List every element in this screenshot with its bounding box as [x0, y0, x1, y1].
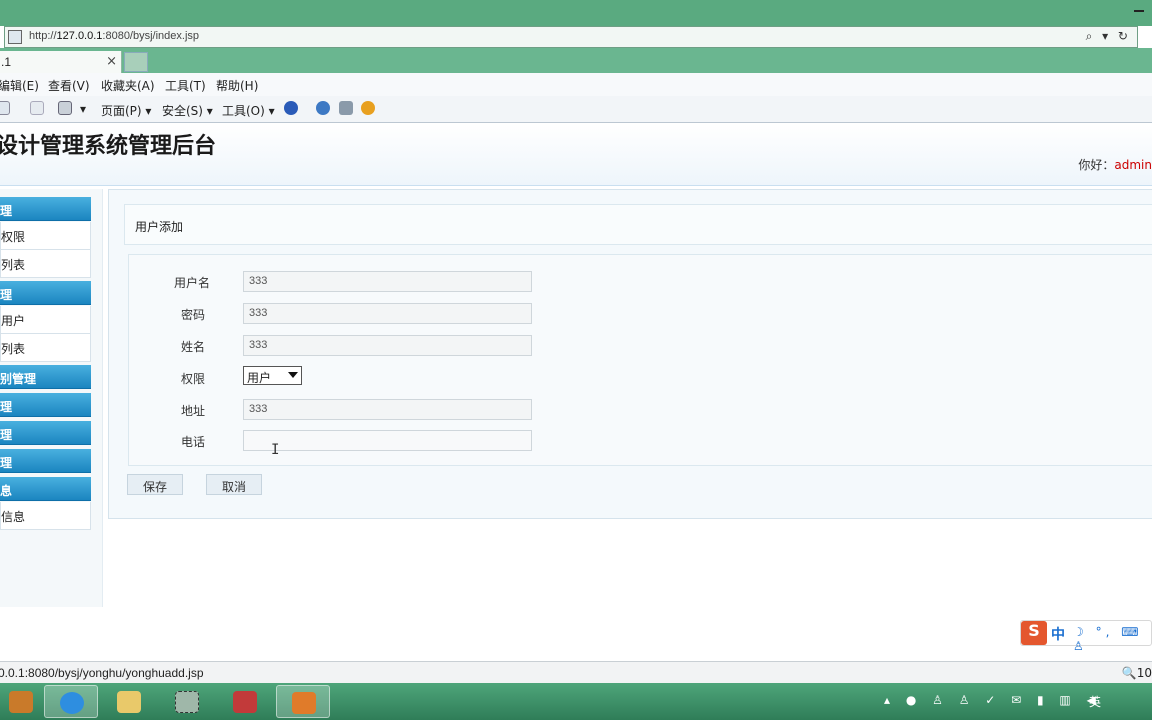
sidebar-section-7[interactable]: 息 — [0, 477, 91, 501]
tab-active[interactable]: .1 × — [0, 51, 122, 73]
new-tab-button[interactable] — [124, 52, 148, 72]
sidebar-section-3[interactable]: 别管理 — [0, 365, 91, 389]
help-icon[interactable] — [284, 101, 298, 115]
breadcrumb: 用户添加 — [124, 204, 1152, 245]
page-icon — [8, 30, 22, 44]
minimize-icon[interactable] — [1134, 10, 1144, 12]
address-controls[interactable]: ⌕ ▾ ↻ — [1086, 29, 1131, 44]
taskbar-app-4[interactable] — [160, 685, 214, 718]
menu-view[interactable]: 查看(V) — [48, 77, 90, 94]
username: admin — [1114, 158, 1152, 172]
password-input[interactable]: 333 — [243, 303, 532, 324]
username-input[interactable]: 333 — [243, 271, 532, 292]
menu-favorites[interactable]: 收藏夹(A) — [101, 77, 155, 94]
notes-icon — [233, 691, 257, 713]
tab-close-icon[interactable]: × — [106, 54, 117, 69]
taskbar-java[interactable] — [276, 685, 330, 718]
ime-symbols[interactable]: ☽ °, ⌨ ♙ — [1073, 625, 1151, 653]
taskbar-app-5[interactable] — [218, 685, 272, 718]
sidebar-section-4[interactable]: 理 — [0, 393, 91, 417]
page-menu[interactable]: 页面(P) ▾ — [101, 102, 151, 119]
taskbar-ie[interactable] — [44, 685, 98, 718]
browser-title-bar — [0, 0, 1152, 26]
sidebar-section-2[interactable]: 理 — [0, 281, 91, 305]
menu-help[interactable]: 帮助(H) — [216, 77, 258, 94]
java-icon — [292, 692, 316, 714]
address-input[interactable]: 333 — [243, 399, 532, 420]
ime-toolbar[interactable]: S 中 ☽ °, ⌨ ♙ — [1020, 620, 1152, 653]
addon-icon[interactable] — [361, 101, 375, 115]
zoom-level[interactable]: 🔍10 — [1122, 666, 1152, 680]
taskbar: ▴ ● ♙ ♙ ✓ ✉ ▮ ▥ ◀ 英 — [0, 683, 1152, 720]
taskbar-app-1[interactable] — [0, 685, 48, 718]
menu-edit[interactable]: 编辑(E) — [0, 77, 39, 94]
menu-bar: 编辑(E) 查看(V) 收藏夹(A) 工具(T) 帮助(H) — [0, 73, 1152, 96]
ime-language[interactable]: 英 — [1089, 693, 1101, 710]
sidebar-item-user[interactable]: 用户 — [0, 306, 91, 334]
username-label: 用户名 — [173, 276, 210, 290]
tab-title: .1 — [1, 55, 12, 69]
user-greeting: 你好：admin — [1078, 158, 1152, 172]
sogou-logo-icon[interactable]: S — [1021, 621, 1047, 645]
taskbar-explorer[interactable] — [102, 685, 156, 718]
page-title: 用户添加 — [135, 220, 184, 234]
permission-label: 权限 — [180, 372, 205, 386]
user-add-form: 用户名 333 密码 333 姓名 333 权限 用户 地址 333 电话 I — [128, 254, 1152, 466]
tool-icon[interactable] — [339, 101, 353, 115]
tab-strip: .1 × — [0, 48, 1152, 73]
address-label: 地址 — [180, 404, 205, 418]
print-icon[interactable] — [58, 101, 72, 115]
sidebar-section-5[interactable]: 理 — [0, 421, 91, 445]
book-icon — [9, 691, 33, 713]
page-header: 设计管理系统管理后台 你好：admin — [0, 124, 1152, 186]
chevron-down-icon — [288, 372, 298, 378]
text-cursor-icon: I — [271, 442, 280, 458]
sidebar-item-list-1[interactable]: 列表 — [0, 250, 91, 278]
address-bar[interactable]: http://127.0.0.1:8080/bysj/index.jsp ⌕ ▾… — [4, 26, 1138, 48]
sidebar-item-permissions[interactable]: 权限 — [0, 222, 91, 250]
print-dropdown-arrow[interactable]: ▾ — [80, 102, 86, 116]
sidebar-item-info[interactable]: 信息 — [0, 502, 91, 530]
cancel-button[interactable]: 取消 — [206, 474, 262, 495]
home-icon[interactable] — [0, 101, 10, 115]
research-icon[interactable] — [316, 101, 330, 115]
permission-select[interactable]: 用户 — [243, 366, 302, 385]
status-bar: 0.0.1:8080/bysj/yonghu/yonghuadd.jsp 🔍10 — [0, 661, 1152, 683]
sidebar-section-6[interactable]: 理 — [0, 449, 91, 473]
system-tray[interactable]: ▴ ● ♙ ♙ ✓ ✉ ▮ ▥ ◀ 英 — [884, 693, 1102, 710]
tools-menu[interactable]: 工具(O) ▾ — [222, 102, 275, 119]
url-text[interactable]: http://127.0.0.1:8080/bysj/index.jsp — [29, 30, 199, 42]
permission-select-value: 用户 — [247, 371, 272, 385]
status-url: 0.0.1:8080/bysj/yonghu/yonghuadd.jsp — [0, 666, 204, 680]
phone-label: 电话 — [180, 435, 205, 449]
sidebar-item-list-2[interactable]: 列表 — [0, 334, 91, 362]
phone-input[interactable] — [243, 430, 532, 451]
site-title: 设计管理系统管理后台 — [0, 134, 217, 159]
main-content: 用户添加 用户名 333 密码 333 姓名 333 权限 用户 地址 333 … — [108, 189, 1152, 519]
sidebar: 理 权限 列表 理 用户 列表 别管理 理 理 理 息 信息 — [0, 189, 103, 607]
ime-mode[interactable]: 中 — [1051, 624, 1065, 644]
ie-icon — [60, 692, 84, 714]
safety-menu[interactable]: 安全(S) ▾ — [162, 102, 213, 119]
sidebar-section-1[interactable]: 理 — [0, 197, 91, 221]
menu-tools[interactable]: 工具(T) — [165, 77, 206, 94]
save-button[interactable]: 保存 — [127, 474, 183, 495]
feeds-icon[interactable] — [30, 101, 44, 115]
password-label: 密码 — [180, 308, 205, 322]
name-input[interactable]: 333 — [243, 335, 532, 356]
tools-icon — [175, 691, 199, 713]
name-label: 姓名 — [180, 340, 205, 354]
command-bar: ▾ 页面(P) ▾ 安全(S) ▾ 工具(O) ▾ — [0, 96, 1152, 123]
folder-icon — [117, 691, 141, 713]
